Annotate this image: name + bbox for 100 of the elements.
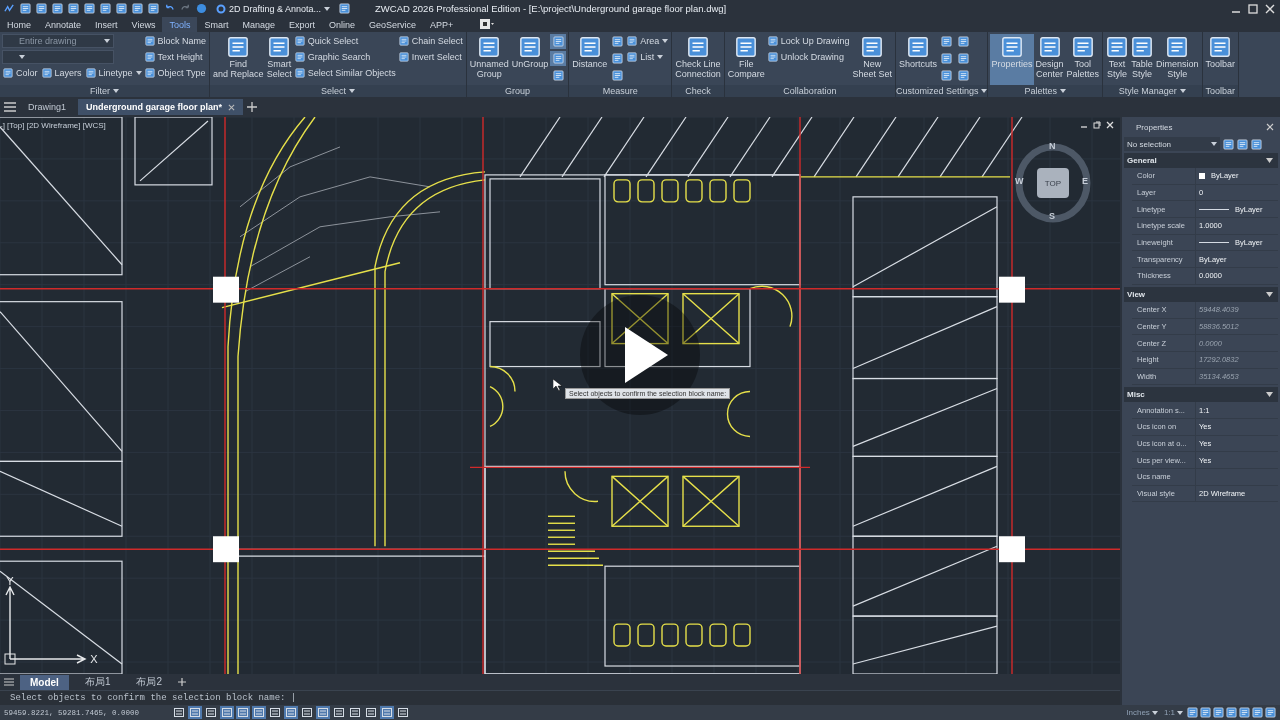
annotation-scale-dropdown[interactable]: 1:1 — [1161, 708, 1185, 717]
ribbon-icon-button[interactable] — [609, 34, 626, 49]
ribbon-tab[interactable]: Annotate — [38, 17, 89, 32]
close-icon[interactable] — [1266, 123, 1274, 131]
workspace-dropdown[interactable]: 2D Drafting & Annota... — [212, 3, 335, 14]
status-toggle[interactable] — [236, 706, 250, 719]
ribbon-button[interactable]: Text Height — [143, 50, 208, 64]
add-icon[interactable] — [247, 102, 258, 112]
status-toggle[interactable] — [284, 706, 298, 719]
status-toggle[interactable] — [300, 706, 314, 719]
status-toggle[interactable] — [220, 706, 234, 719]
panel-title[interactable]: Style Manager — [1103, 85, 1202, 97]
ribbon-large-button[interactable]: Shortcuts — [897, 34, 938, 85]
panel-toggle-icon[interactable] — [480, 19, 495, 31]
ribbon-button[interactable]: Linetype — [84, 66, 143, 80]
ribbon-large-button[interactable]: Unnamed Group — [468, 34, 510, 85]
panel-title[interactable]: Palettes — [988, 85, 1103, 97]
ribbon-button[interactable]: Object Type — [143, 66, 208, 80]
layout-tab[interactable]: Model — [20, 674, 69, 690]
ribbon-tab[interactable]: APP+ — [423, 17, 461, 32]
section-header[interactable]: Misc — [1124, 387, 1278, 403]
ribbon-large-button[interactable]: New Sheet Set — [851, 34, 893, 85]
ribbon-tab[interactable]: Insert — [88, 17, 125, 32]
ribbon-icon-button[interactable] — [609, 68, 626, 83]
panel-title[interactable]: Customized Settings — [895, 85, 988, 97]
layout-tab[interactable]: 布局1 — [74, 674, 121, 690]
ribbon-large-button[interactable]: Smart Select — [265, 34, 293, 85]
status-toggle[interactable] — [316, 706, 330, 719]
ribbon-icon-button[interactable] — [550, 34, 567, 49]
ribbon-icon-button[interactable] — [609, 51, 626, 66]
ribbon-tab[interactable]: Smart — [197, 17, 236, 32]
ribbon-large-button[interactable]: Find and Replace — [212, 34, 265, 85]
ribbon-button[interactable]: Layers — [40, 66, 83, 80]
ribbon-icon-button[interactable] — [955, 68, 972, 83]
ribbon-icon-button[interactable] — [955, 34, 972, 49]
ribbon-button[interactable]: List — [626, 50, 670, 64]
ribbon-icon-button[interactable] — [955, 51, 972, 66]
units-dropdown[interactable]: Inches — [1124, 708, 1160, 717]
ribbon-tab[interactable]: Tools — [162, 17, 198, 32]
ribbon-button[interactable]: Quick Select — [293, 34, 397, 48]
ribbon-button[interactable]: Color — [2, 66, 39, 80]
ribbon-tab[interactable]: Home — [0, 17, 38, 32]
ribbon-icon-button[interactable] — [550, 68, 567, 83]
panel-title[interactable]: Select — [210, 85, 466, 97]
filter-dropdown[interactable]: Entire drawing — [2, 34, 114, 48]
ribbon-large-button[interactable]: Check Line Connection — [674, 34, 722, 85]
ribbon-tab[interactable]: Manage — [235, 17, 282, 32]
ribbon-large-button[interactable]: Text Style — [1105, 34, 1130, 85]
ribbon-button[interactable]: Lock Up Drawing — [766, 34, 851, 48]
app-logo-icon[interactable] — [4, 3, 15, 14]
status-toggle[interactable] — [204, 706, 218, 719]
add-icon[interactable] — [178, 678, 186, 686]
ribbon-button[interactable]: Block Name — [143, 34, 208, 48]
status-toggle[interactable] — [380, 706, 394, 719]
menu-icon[interactable] — [4, 102, 16, 112]
close-icon[interactable] — [1264, 2, 1276, 15]
ribbon-large-button[interactable]: Design Center — [1034, 34, 1065, 85]
ribbon-tab[interactable]: Online — [322, 17, 362, 32]
ribbon-button[interactable]: Unlock Drawing — [766, 50, 851, 64]
viewcube-ring[interactable] — [1015, 143, 1091, 223]
ribbon-icon-button[interactable] — [938, 68, 955, 83]
ribbon-large-button[interactable]: UnGroup — [510, 34, 550, 85]
status-toggle[interactable] — [252, 706, 266, 719]
document-tab[interactable]: Underground garage floor plan* — [78, 99, 244, 115]
ribbon-large-button[interactable]: Dimension Style — [1155, 34, 1200, 85]
status-toggle[interactable] — [348, 706, 362, 719]
ribbon-button[interactable]: Invert Select — [397, 50, 464, 64]
ribbon-tab[interactable]: Views — [124, 17, 163, 32]
viewcube-top-button[interactable]: TOP — [1037, 168, 1069, 198]
ribbon-button[interactable]: Area — [626, 34, 670, 48]
status-toggle[interactable] — [188, 706, 202, 719]
status-toggle[interactable] — [268, 706, 282, 719]
ribbon-icon-button[interactable] — [938, 51, 955, 66]
section-header[interactable]: General — [1124, 153, 1278, 168]
maximize-icon[interactable] — [1247, 2, 1259, 15]
ribbon-button[interactable]: Chain Select — [397, 34, 464, 48]
restore-icon[interactable] — [1093, 121, 1101, 129]
ribbon-tab[interactable]: GeoService — [362, 17, 424, 32]
status-toggle[interactable] — [396, 706, 410, 719]
ribbon-tab[interactable]: Export — [282, 17, 322, 32]
selection-dropdown[interactable]: No selection — [1124, 137, 1220, 151]
ribbon-large-button[interactable]: Toolbar — [1204, 34, 1237, 85]
ribbon-large-button[interactable]: Distance — [571, 34, 609, 85]
ribbon-icon-button[interactable] — [938, 34, 955, 49]
ribbon-large-button[interactable]: Table Style — [1130, 34, 1155, 85]
menu-icon[interactable] — [4, 678, 14, 686]
document-tab[interactable]: Drawing1 — [20, 99, 75, 115]
status-toggle[interactable] — [172, 706, 186, 719]
panel-title[interactable]: Filter — [0, 85, 210, 97]
ribbon-button[interactable]: Select Similar Objects — [293, 66, 397, 80]
ribbon-large-button[interactable]: Tool Palettes — [1065, 34, 1101, 85]
ribbon-button[interactable]: Graphic Search — [293, 50, 397, 64]
ribbon-large-button[interactable]: File Compare — [726, 34, 766, 85]
section-header[interactable]: View — [1124, 286, 1278, 302]
status-toggle[interactable] — [332, 706, 346, 719]
viewport-label[interactable]: -] [Top] [2D Wireframe] [WCS] — [0, 121, 106, 130]
close-icon[interactable] — [1106, 121, 1114, 129]
ribbon-icon-button[interactable] — [550, 51, 567, 66]
layout-tab[interactable]: 布局2 — [126, 674, 172, 690]
status-toggle[interactable] — [364, 706, 378, 719]
